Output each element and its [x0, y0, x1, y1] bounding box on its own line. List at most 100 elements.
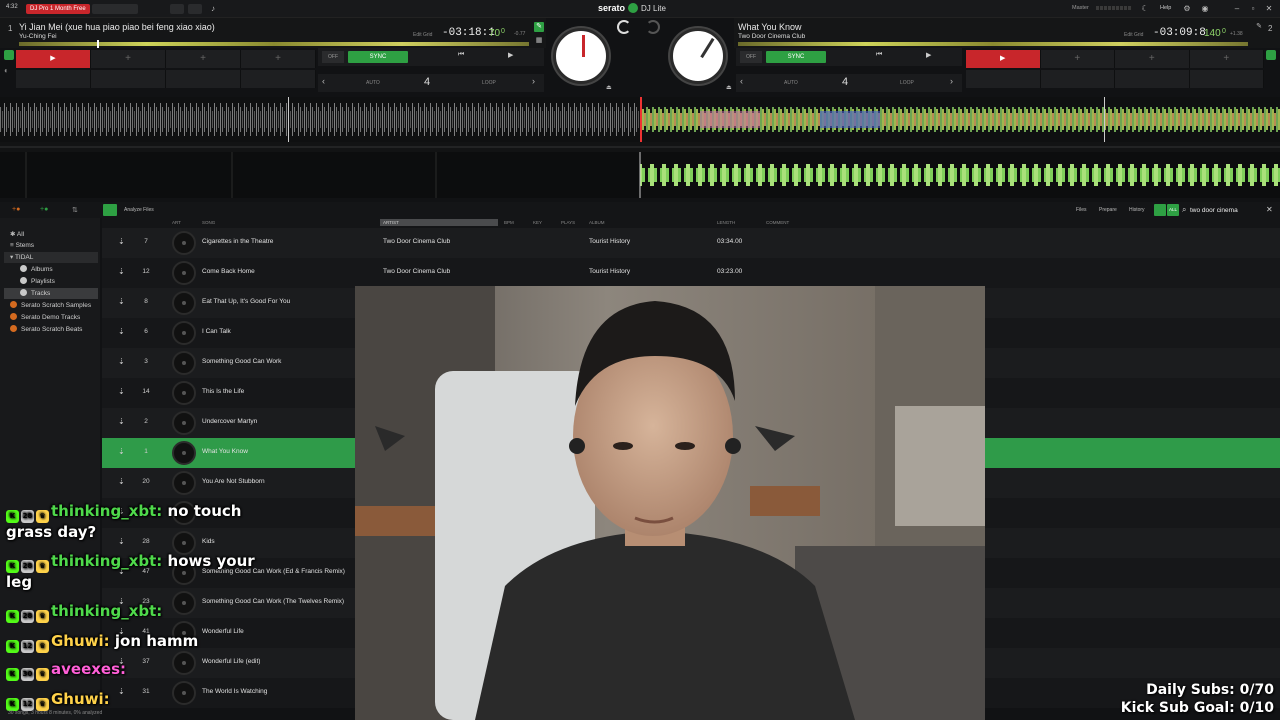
- sidebar-item-stems[interactable]: ≡ Stems: [10, 240, 34, 251]
- add-subcrate-icon[interactable]: +●: [40, 206, 48, 213]
- loop-next-icon[interactable]: ›: [532, 76, 535, 86]
- rec-button[interactable]: [170, 4, 184, 14]
- fx-button[interactable]: [188, 4, 202, 14]
- cue-pad[interactable]: [966, 70, 1041, 88]
- tab-prepare[interactable]: Prepare: [1099, 207, 1117, 213]
- sidebar-item-scratch-samples[interactable]: Serato Scratch Samples: [10, 300, 91, 311]
- cue-pad[interactable]: +: [166, 50, 241, 68]
- cue-pad[interactable]: [1115, 70, 1190, 88]
- download-icon[interactable]: ⇣: [118, 297, 125, 306]
- loop-next-icon[interactable]: ›: [950, 76, 953, 86]
- column-art[interactable]: ART: [172, 220, 181, 225]
- loop-button[interactable]: LOOP: [482, 80, 496, 86]
- tab-files[interactable]: Files: [1076, 207, 1087, 213]
- track-row[interactable]: ⇣ 12 Come Back Home Two Door Cinema Club Tou…: [102, 258, 1280, 288]
- column-bpm[interactable]: BPM: [504, 220, 514, 225]
- tidal-icon[interactable]: [1154, 204, 1166, 216]
- cue-pad[interactable]: [241, 70, 316, 88]
- deck-left-platter[interactable]: [553, 28, 609, 84]
- auto-loop-button[interactable]: AUTO: [366, 80, 380, 86]
- prev-track-icon[interactable]: ⏮: [458, 51, 464, 59]
- analyze-files-button[interactable]: Analyze Files: [124, 207, 154, 213]
- crossfader-knob-right[interactable]: [646, 20, 660, 34]
- deck-right-platter[interactable]: [670, 28, 726, 84]
- cue-pad[interactable]: [1040, 70, 1115, 88]
- crossfader-knob-left[interactable]: [617, 20, 631, 34]
- sort-icon[interactable]: ⇅: [72, 206, 78, 214]
- add-crate-icon[interactable]: +●: [12, 206, 20, 213]
- download-icon[interactable]: ⇣: [118, 417, 125, 426]
- cue-pad[interactable]: [1189, 70, 1264, 88]
- column-plays[interactable]: PLAYS: [561, 220, 575, 225]
- play-small-icon[interactable]: ▶: [508, 51, 513, 59]
- download-icon[interactable]: ⇣: [118, 387, 125, 396]
- column-album[interactable]: ALBUM: [589, 220, 605, 225]
- download-icon[interactable]: ⇣: [118, 327, 125, 336]
- cue-pad[interactable]: +: [91, 50, 166, 68]
- deck-left-mode-icon[interactable]: ◐: [4, 66, 14, 76]
- sync-off-button[interactable]: OFF: [740, 51, 762, 63]
- loop-beats[interactable]: 4: [842, 76, 848, 88]
- loop-beats[interactable]: 4: [424, 76, 430, 88]
- grid-icon[interactable]: ▦: [534, 36, 544, 46]
- account-icon[interactable]: ◉: [1200, 4, 1210, 14]
- clear-search-icon[interactable]: ✕: [1266, 205, 1273, 214]
- maximize-icon[interactable]: ▫: [1248, 4, 1258, 14]
- download-icon[interactable]: ⇣: [118, 357, 125, 366]
- moon-icon[interactable]: ☾: [1140, 4, 1150, 14]
- column-comment[interactable]: COMMENT: [766, 220, 789, 225]
- download-icon[interactable]: ⇣: [118, 267, 125, 276]
- help-menu[interactable]: Help: [1160, 5, 1171, 11]
- zoomed-waveform[interactable]: [0, 152, 1280, 198]
- loop-button[interactable]: LOOP: [900, 80, 914, 86]
- sidebar-item-tracks[interactable]: Tracks: [4, 288, 98, 299]
- list-view-icon[interactable]: [103, 204, 117, 216]
- column-key[interactable]: KEY: [533, 220, 542, 225]
- sync-off-button[interactable]: OFF: [322, 51, 344, 63]
- minimize-icon[interactable]: –: [1232, 4, 1242, 14]
- mixer-icon[interactable]: ♪: [208, 4, 218, 14]
- close-icon[interactable]: ✕: [1264, 4, 1274, 14]
- cue-pad[interactable]: [166, 70, 241, 88]
- loop-prev-icon[interactable]: ‹: [322, 76, 325, 86]
- deck-right-mini-waveform[interactable]: [738, 42, 1248, 46]
- layout-button[interactable]: [92, 4, 138, 14]
- sidebar-item-demo-tracks[interactable]: Serato Demo Tracks: [10, 312, 80, 323]
- play-small-icon[interactable]: ▶: [926, 51, 931, 59]
- auto-loop-button[interactable]: AUTO: [784, 80, 798, 86]
- cue-pad[interactable]: +: [241, 50, 316, 68]
- loop-prev-icon[interactable]: ‹: [740, 76, 743, 86]
- sidebar-item-albums[interactable]: Albums: [20, 264, 53, 275]
- cue-pad[interactable]: [91, 70, 166, 88]
- download-icon[interactable]: ⇣: [118, 447, 125, 456]
- edit-icon[interactable]: ✎: [534, 22, 544, 32]
- cue-pad[interactable]: +: [1115, 50, 1190, 68]
- eject-icon[interactable]: ⏏: [606, 84, 612, 91]
- column-artist[interactable]: ARTIST: [380, 219, 498, 226]
- cue-pad[interactable]: [16, 70, 91, 88]
- promo-button[interactable]: DJ Pro 1 Month Free: [26, 4, 90, 14]
- tab-history[interactable]: History: [1129, 207, 1145, 213]
- track-row[interactable]: ⇣ 7 Cigarettes in the Theatre Two Door Cine…: [102, 228, 1280, 258]
- eject-icon[interactable]: ⏏: [726, 84, 732, 91]
- search-input[interactable]: two door cinema: [1190, 207, 1238, 214]
- sidebar-item-playlists[interactable]: Playlists: [20, 276, 55, 287]
- download-icon[interactable]: ⇣: [118, 477, 125, 486]
- cue-pad[interactable]: +: [1040, 50, 1115, 68]
- edit-icon[interactable]: ✎: [1254, 22, 1264, 32]
- play-button[interactable]: ▶: [966, 50, 1041, 68]
- deck-left-mini-waveform[interactable]: [19, 42, 529, 46]
- sync-button[interactable]: SYNC: [348, 51, 408, 63]
- cue-pad[interactable]: +: [1189, 50, 1264, 68]
- edit-grid-button[interactable]: Edit Grid: [413, 32, 432, 38]
- all-filter-button[interactable]: ALL: [1167, 204, 1179, 216]
- sync-button[interactable]: SYNC: [766, 51, 826, 63]
- column-song[interactable]: SONG: [202, 220, 215, 225]
- download-icon[interactable]: ⇣: [118, 687, 125, 696]
- sidebar-item-tidal[interactable]: ▾ TIDAL: [4, 252, 98, 263]
- sidebar-item-all[interactable]: ✱ All: [10, 229, 24, 240]
- sidebar-item-scratch-beats[interactable]: Serato Scratch Beats: [10, 324, 82, 335]
- download-icon[interactable]: ⇣: [118, 237, 125, 246]
- settings-icon[interactable]: ⚙: [1182, 4, 1192, 14]
- prev-track-icon[interactable]: ⏮: [876, 51, 882, 59]
